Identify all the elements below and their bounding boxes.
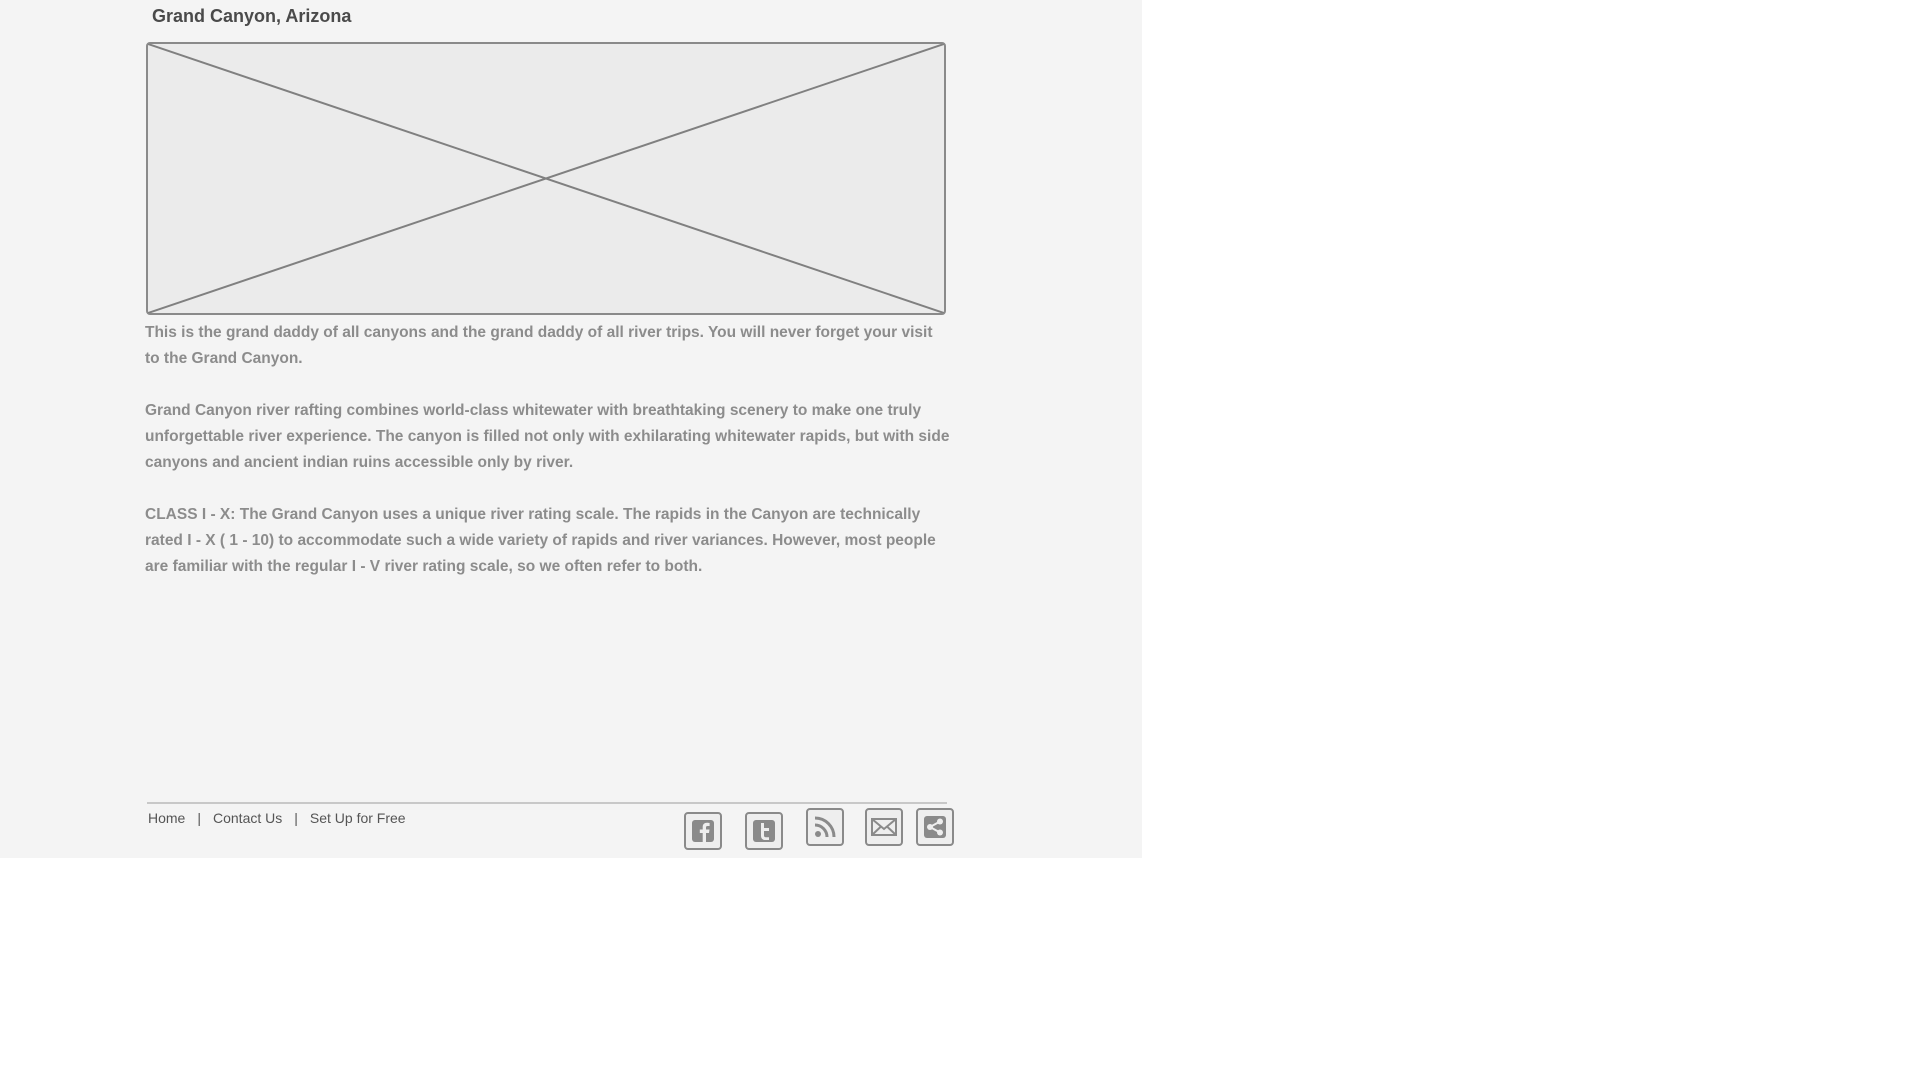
footer-divider bbox=[147, 802, 947, 804]
page-title: Grand Canyon, Arizona bbox=[152, 6, 352, 26]
rss-button[interactable] bbox=[806, 808, 844, 846]
paragraph-intro: This is the grand daddy of all canyons a… bbox=[145, 324, 933, 367]
facebook-icon bbox=[692, 820, 714, 842]
share-button[interactable] bbox=[916, 808, 954, 846]
page-container: Grand Canyon, Arizona This is the grand … bbox=[0, 0, 1142, 858]
footer-nav: Home | Contact Us | Set Up for Free bbox=[148, 810, 406, 826]
footer-link-contact[interactable]: Contact Us bbox=[213, 810, 282, 826]
paragraph-rating-scale: CLASS I - X: The Grand Canyon uses a uni… bbox=[145, 506, 936, 575]
footer-separator: | bbox=[197, 810, 201, 826]
footer-link-setup[interactable]: Set Up for Free bbox=[310, 810, 406, 826]
email-button[interactable] bbox=[865, 808, 903, 846]
twitter-button[interactable] bbox=[745, 812, 783, 850]
paragraph-rafting: Grand Canyon river rafting combines worl… bbox=[145, 402, 950, 471]
footer-link-home[interactable]: Home bbox=[148, 810, 185, 826]
footer-separator: | bbox=[294, 810, 298, 826]
facebook-button[interactable] bbox=[684, 812, 722, 850]
image-placeholder-icon bbox=[148, 44, 944, 313]
hero-image-placeholder bbox=[146, 42, 946, 315]
article-body: This is the grand daddy of all canyons a… bbox=[145, 320, 950, 606]
rss-icon bbox=[814, 816, 836, 838]
email-icon bbox=[871, 818, 897, 836]
share-icon bbox=[924, 816, 946, 838]
twitter-icon bbox=[753, 820, 775, 842]
